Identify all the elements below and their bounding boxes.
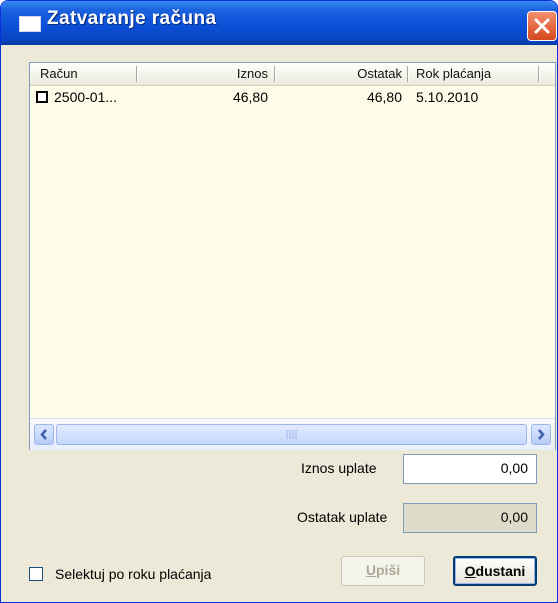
upisi-label: piši bbox=[376, 562, 401, 578]
close-button[interactable] bbox=[527, 11, 557, 41]
window-title: Zatvaranje računa bbox=[47, 8, 217, 29]
upisi-mnemonic: U bbox=[365, 562, 376, 578]
iznos-uplate-input[interactable]: 0,00 bbox=[403, 454, 537, 484]
selektuj-checkbox[interactable] bbox=[29, 567, 43, 581]
cell-iznos: 46,80 bbox=[232, 89, 268, 105]
list-header: Račun Iznos Ostatak Rok plaćanja bbox=[30, 63, 555, 86]
chevron-right-icon bbox=[538, 429, 545, 440]
upisi-button[interactable]: Upiši bbox=[341, 556, 425, 586]
cell-racun: 2500-01... bbox=[54, 89, 118, 105]
ostatak-uplate-field: 0,00 bbox=[403, 503, 537, 533]
grip-icon bbox=[286, 430, 297, 439]
odustani-label: dustani bbox=[475, 563, 526, 579]
column-header-ostatak[interactable]: Ostatak bbox=[276, 63, 402, 85]
column-header-iznos[interactable]: Iznos bbox=[138, 63, 268, 85]
title-bar[interactable]: Zatvaranje računa bbox=[1, 1, 557, 45]
iznos-uplate-label: Iznos uplate bbox=[301, 460, 377, 476]
column-divider[interactable] bbox=[407, 66, 408, 82]
odustani-mnemonic: O bbox=[464, 563, 476, 579]
column-divider[interactable] bbox=[538, 66, 539, 82]
row-checkbox[interactable] bbox=[36, 91, 48, 103]
column-header-racun[interactable]: Račun bbox=[40, 63, 78, 85]
scroll-thumb[interactable] bbox=[56, 424, 527, 445]
cell-ostatak: 46,80 bbox=[366, 89, 402, 105]
selektuj-label[interactable]: Selektuj po roku plaćanja bbox=[55, 566, 211, 582]
column-divider[interactable] bbox=[274, 66, 275, 82]
column-divider[interactable] bbox=[136, 66, 137, 82]
table-row[interactable]: 2500-01... 46,80 46,80 5.10.2010 bbox=[30, 86, 555, 108]
window-icon bbox=[19, 16, 41, 32]
scroll-left-button[interactable] bbox=[34, 424, 54, 445]
cell-rok-placanja: 5.10.2010 bbox=[416, 89, 479, 105]
invoice-list[interactable]: Račun Iznos Ostatak Rok plaćanja 2500-01… bbox=[29, 62, 556, 450]
horizontal-scrollbar[interactable] bbox=[30, 418, 555, 450]
chevron-left-icon bbox=[40, 429, 47, 440]
ostatak-uplate-label: Ostatak uplate bbox=[297, 509, 388, 525]
scroll-right-button[interactable] bbox=[531, 424, 551, 445]
odustani-button[interactable]: Odustani bbox=[453, 556, 537, 586]
close-icon bbox=[534, 18, 550, 34]
column-header-rok-placanja[interactable]: Rok plaćanja bbox=[416, 63, 491, 85]
dialog-window: Zatvaranje računa Račun Iznos Ostatak Ro… bbox=[0, 0, 558, 603]
